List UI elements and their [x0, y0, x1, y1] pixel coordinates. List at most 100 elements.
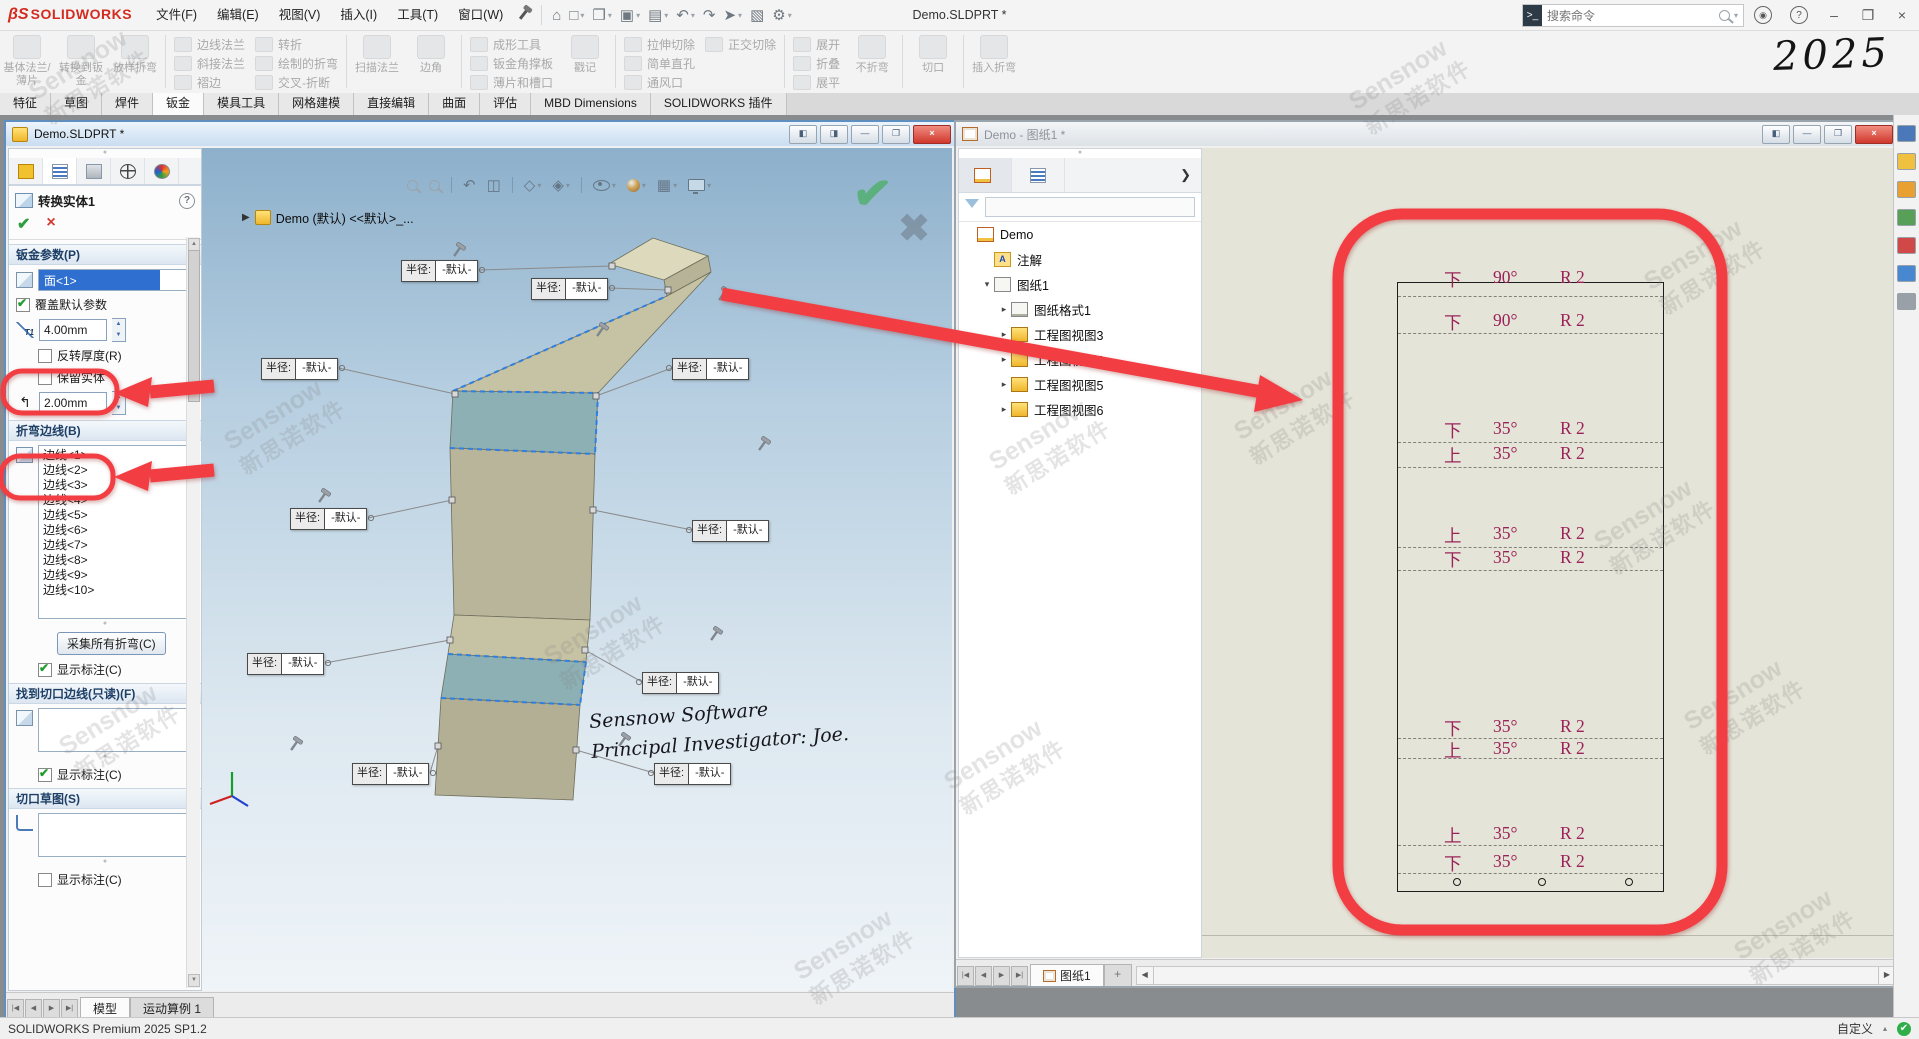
- radius-callout[interactable]: 半径:-默认-: [654, 763, 731, 785]
- nav-icon[interactable]: ▶|: [1011, 966, 1028, 986]
- tree-item-工程图视图3[interactable]: ▸工程图视图3: [959, 322, 1201, 347]
- panel-grip[interactable]: ●: [9, 149, 201, 158]
- edge-list-item[interactable]: 边线<8>: [43, 553, 189, 568]
- nav-icon[interactable]: |◀: [957, 966, 974, 986]
- ribbon-button-基体法兰/薄片[interactable]: 基体法兰/薄片: [0, 30, 54, 93]
- ribbon-button-边线法兰[interactable]: 边线法兰: [174, 35, 245, 54]
- view-orientation-icon[interactable]: ◇▾: [524, 176, 542, 194]
- zoom-area-icon[interactable]: [429, 180, 440, 191]
- edge-list-item[interactable]: 边线<5>: [43, 508, 189, 523]
- collect-all-bends-button[interactable]: 采集所有折弯(C): [57, 632, 166, 655]
- scroll-thumb[interactable]: [188, 250, 200, 402]
- open-icon[interactable]: ❒▾: [588, 2, 615, 28]
- pm-tab-dimxpert[interactable]: [111, 158, 145, 184]
- dropdown-icon[interactable]: ▾: [691, 11, 695, 20]
- nav-icon[interactable]: ▶|: [61, 999, 78, 1019]
- tree-expand-icon[interactable]: ▸: [997, 404, 1011, 415]
- dropdown-icon[interactable]: ▾: [636, 11, 640, 20]
- rip-sketch-list[interactable]: [38, 813, 194, 857]
- design-library-icon[interactable]: [1897, 181, 1916, 198]
- section-rip-sketch[interactable]: 切口草图(S)∧: [9, 788, 201, 809]
- tree-item-注解[interactable]: A注解: [959, 247, 1201, 272]
- child-restore-button[interactable]: ❐: [882, 125, 910, 144]
- tree-expand-icon[interactable]: ▸: [997, 354, 1011, 365]
- home-icon[interactable]: ⌂: [548, 2, 565, 28]
- radius-callout[interactable]: 半径:-默认-: [692, 520, 769, 542]
- dropdown-icon[interactable]: ▾: [580, 11, 584, 20]
- dropdown-icon[interactable]: ▾: [566, 181, 570, 190]
- tree-item-Demo[interactable]: Demo: [959, 222, 1201, 247]
- tree-expand-icon[interactable]: ▸: [997, 379, 1011, 390]
- minimize-button[interactable]: –: [1817, 0, 1851, 30]
- bend-radius-spinner[interactable]: ▲▼: [112, 391, 126, 415]
- customize-dropdown-icon[interactable]: ▴: [1883, 1024, 1887, 1033]
- ribbon-button-戳记[interactable]: 戳记: [558, 30, 612, 93]
- edge-list-item[interactable]: 边线<3>: [43, 478, 189, 493]
- ribbon-button-不折弯[interactable]: 不折弯: [845, 30, 899, 93]
- reverse-thickness-checkbox[interactable]: [38, 349, 52, 363]
- tab-MBD Dimensions[interactable]: MBD Dimensions: [531, 93, 651, 115]
- callout-value[interactable]: -默认-: [282, 654, 323, 674]
- tab-feature-tree[interactable]: [959, 158, 1012, 192]
- ribbon-button-扫描法兰[interactable]: 扫描法兰: [350, 30, 404, 93]
- nav-icon[interactable]: ◀: [975, 966, 992, 986]
- new-file-icon[interactable]: □▾: [565, 2, 588, 28]
- ribbon-button-通风口[interactable]: 通风口: [624, 73, 695, 92]
- pm-scrollbar[interactable]: ▲ ▼: [186, 237, 200, 988]
- pm-tab-part[interactable]: [9, 158, 43, 184]
- menu-item-4[interactable]: 工具(T): [387, 0, 448, 30]
- scene-icon[interactable]: [1897, 265, 1916, 282]
- dropdown-icon[interactable]: ▾: [707, 181, 711, 190]
- user-account-icon[interactable]: ◉: [1754, 6, 1772, 24]
- confirm-ok-mark[interactable]: ✔: [851, 164, 895, 222]
- radius-callout[interactable]: 半径:-默认-: [261, 358, 338, 380]
- scroll-left-icon[interactable]: ◀: [1137, 967, 1154, 984]
- horizontal-scrollbar[interactable]: ◀ ▶: [1136, 966, 1896, 985]
- dropdown-icon[interactable]: ▾: [608, 11, 612, 20]
- tree-item-工程图视图4[interactable]: ▸工程图视图4: [959, 347, 1201, 372]
- menu-item-3[interactable]: 插入(I): [330, 0, 387, 30]
- tab-评估[interactable]: 评估: [480, 93, 531, 115]
- pm-tab-appearances[interactable]: [145, 158, 179, 184]
- search-icon[interactable]: [1719, 10, 1730, 21]
- section-rip-edges[interactable]: 找到切口边线(只读)(F)∧: [9, 683, 201, 704]
- appearances-icon[interactable]: [1897, 237, 1916, 254]
- options-icon[interactable]: ⚙▾: [768, 2, 795, 28]
- expand-arrow-icon[interactable]: ▶: [242, 212, 250, 223]
- ribbon-button-切口[interactable]: 切口: [906, 30, 960, 93]
- section-bend-edges[interactable]: 折弯边线(B)∧: [9, 420, 201, 441]
- dropdown-icon[interactable]: ▾: [642, 181, 646, 190]
- ribbon-button-放样折弯[interactable]: 放样折弯: [108, 30, 162, 93]
- nav-icon[interactable]: |◀: [7, 999, 24, 1019]
- ribbon-button-褶边[interactable]: 褶边: [174, 73, 245, 92]
- clipped-checkbox[interactable]: [38, 873, 52, 887]
- flat-pattern-drawing-view[interactable]: 下90°R 2下90°R 2下35°R 2上35°R 2上35°R 2下35°R…: [1397, 282, 1664, 892]
- bend-edges-list[interactable]: 边线<1>边线<2>边线<3>边线<4>边线<5>边线<6>边线<7>边线<8>…: [38, 445, 194, 619]
- hide-show-icon[interactable]: ▾: [593, 180, 616, 191]
- edge-list-item[interactable]: 边线<7>: [43, 538, 189, 553]
- tab-曲面[interactable]: 曲面: [429, 93, 480, 115]
- cancel-button[interactable]: ×: [46, 214, 55, 234]
- dropdown-icon[interactable]: ▾: [664, 11, 668, 20]
- radius-callout[interactable]: 半径:-默认-: [290, 508, 367, 530]
- pm-help-icon[interactable]: ?: [179, 193, 195, 209]
- dropdown-icon[interactable]: ▾: [612, 181, 616, 190]
- save-icon[interactable]: ▣▾: [616, 2, 644, 28]
- part-window-titlebar[interactable]: Demo.SLDPRT * ◧ ◨ — ❐ ×: [6, 122, 954, 146]
- nav-icon[interactable]: ◀: [25, 999, 42, 1019]
- child-minimize-button[interactable]: —: [1793, 125, 1821, 144]
- tab-SOLIDWORKS 插件[interactable]: SOLIDWORKS 插件: [651, 93, 787, 115]
- custom-properties-icon[interactable]: [1897, 293, 1916, 310]
- tile-right-button[interactable]: ◨: [820, 125, 848, 144]
- ribbon-button-拉伸切除[interactable]: 拉伸切除: [624, 35, 695, 54]
- tile-left-button[interactable]: ◧: [789, 125, 817, 144]
- pin-menu-icon[interactable]: [513, 0, 535, 30]
- drawing-window-titlebar[interactable]: Demo - 图纸1 * ◧ — ❐ ×: [956, 122, 1896, 146]
- menu-item-0[interactable]: 文件(F): [146, 0, 207, 30]
- callout-value[interactable]: -默认-: [689, 764, 730, 784]
- ribbon-button-转换到钣金[interactable]: 转换到钣金: [54, 30, 108, 93]
- search-dropdown-icon[interactable]: ▾: [1734, 11, 1738, 20]
- child-restore-button[interactable]: ❐: [1824, 125, 1852, 144]
- list-resize-handle[interactable]: ●: [9, 620, 201, 629]
- list-resize-handle[interactable]: ●: [9, 753, 201, 762]
